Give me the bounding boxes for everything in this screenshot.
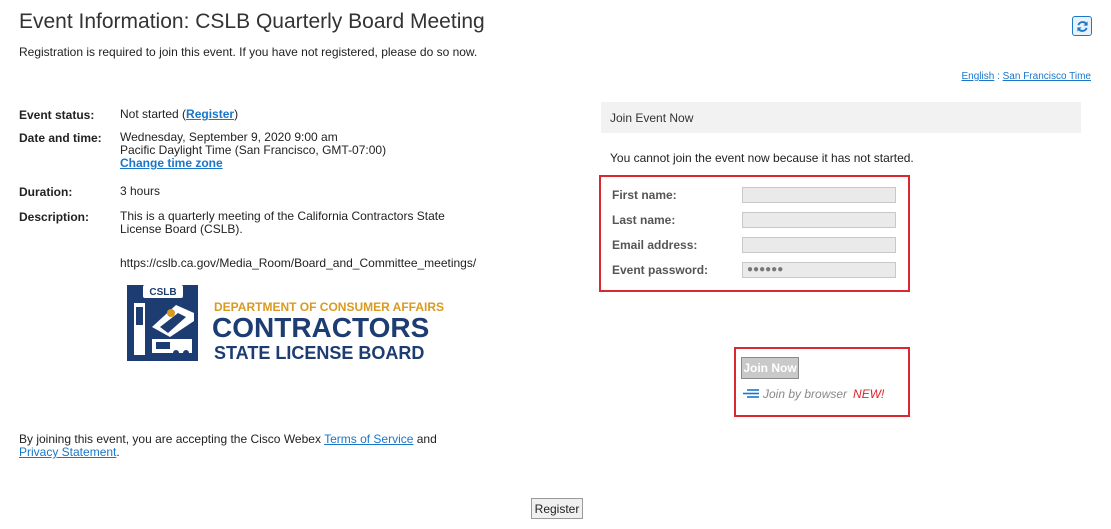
terms-notice: By joining this event, you are accepting…: [19, 433, 489, 459]
description-label: Description:: [19, 210, 90, 224]
tos-prefix: By joining this event, you are accepting…: [19, 432, 325, 446]
datetime-label: Date and time:: [19, 131, 102, 145]
join-event-panel-header: Join Event Now: [601, 102, 1081, 133]
join-form: First name: Last name: Email address: Ev…: [599, 175, 910, 292]
new-badge: NEW!: [853, 387, 885, 401]
first-name-label: First name:: [612, 188, 677, 202]
status-text: Not started: [120, 107, 179, 121]
duration-value: 3 hours: [120, 184, 161, 198]
locale-selector: English : San Francisco Time: [961, 71, 1091, 82]
event-password-input[interactable]: ●●●●●●: [742, 262, 896, 278]
first-name-input[interactable]: [742, 187, 896, 203]
description-url: https://cslb.ca.gov/Media_Room/Board_and…: [120, 256, 477, 270]
join-actions: Join Now Join by browser NEW!: [734, 347, 910, 417]
datetime-value: Wednesday, September 9, 2020 9:00 am Pac…: [120, 131, 386, 170]
tos-end: .: [116, 445, 120, 459]
tos-and: and: [413, 432, 437, 446]
last-name-input[interactable]: [742, 212, 896, 228]
event-password-label: Event password:: [612, 263, 709, 277]
join-by-browser-link[interactable]: Join by browser NEW!: [743, 387, 884, 401]
event-status-label: Event status:: [19, 108, 95, 122]
cslb-logo: CSLB DEPARTMENT OF CONSUMER AFFAIRS CONT…: [124, 283, 474, 368]
registration-notice: Registration is required to join this ev…: [19, 45, 478, 59]
logo-line2: CONTRACTORS: [212, 312, 429, 343]
terms-of-service-link[interactable]: Terms of Service: [324, 432, 413, 446]
description-line2: License Board (CSLB).: [120, 222, 243, 236]
cannot-join-message: You cannot join the event now because it…: [610, 151, 914, 165]
timezone-link[interactable]: San Francisco Time: [1003, 71, 1091, 82]
email-input[interactable]: [742, 237, 896, 253]
refresh-icon: [1076, 20, 1088, 32]
change-timezone-link[interactable]: Change time zone: [120, 156, 223, 170]
language-link[interactable]: English: [961, 71, 994, 82]
join-browser-label: Join by browser: [763, 387, 848, 401]
logo-line3: STATE LICENSE BOARD: [214, 343, 424, 363]
register-link[interactable]: Register: [186, 107, 234, 121]
description-text: This is a quarterly meeting of the Calif…: [120, 210, 445, 236]
last-name-label: Last name:: [612, 213, 676, 227]
event-status-value: Not started (Register): [120, 107, 239, 121]
logo-badge: CSLB: [149, 287, 176, 298]
browser-lines-icon: [743, 389, 759, 398]
join-now-button[interactable]: Join Now: [741, 357, 799, 379]
privacy-statement-link[interactable]: Privacy Statement: [19, 445, 116, 459]
refresh-button[interactable]: [1072, 16, 1092, 36]
duration-label: Duration:: [19, 185, 73, 199]
register-button[interactable]: Register: [531, 498, 583, 519]
page-title: Event Information: CSLB Quarterly Board …: [19, 10, 485, 33]
email-label: Email address:: [612, 238, 698, 252]
join-panel-title: Join Event Now: [610, 111, 694, 125]
locale-separator: :: [997, 71, 1000, 82]
